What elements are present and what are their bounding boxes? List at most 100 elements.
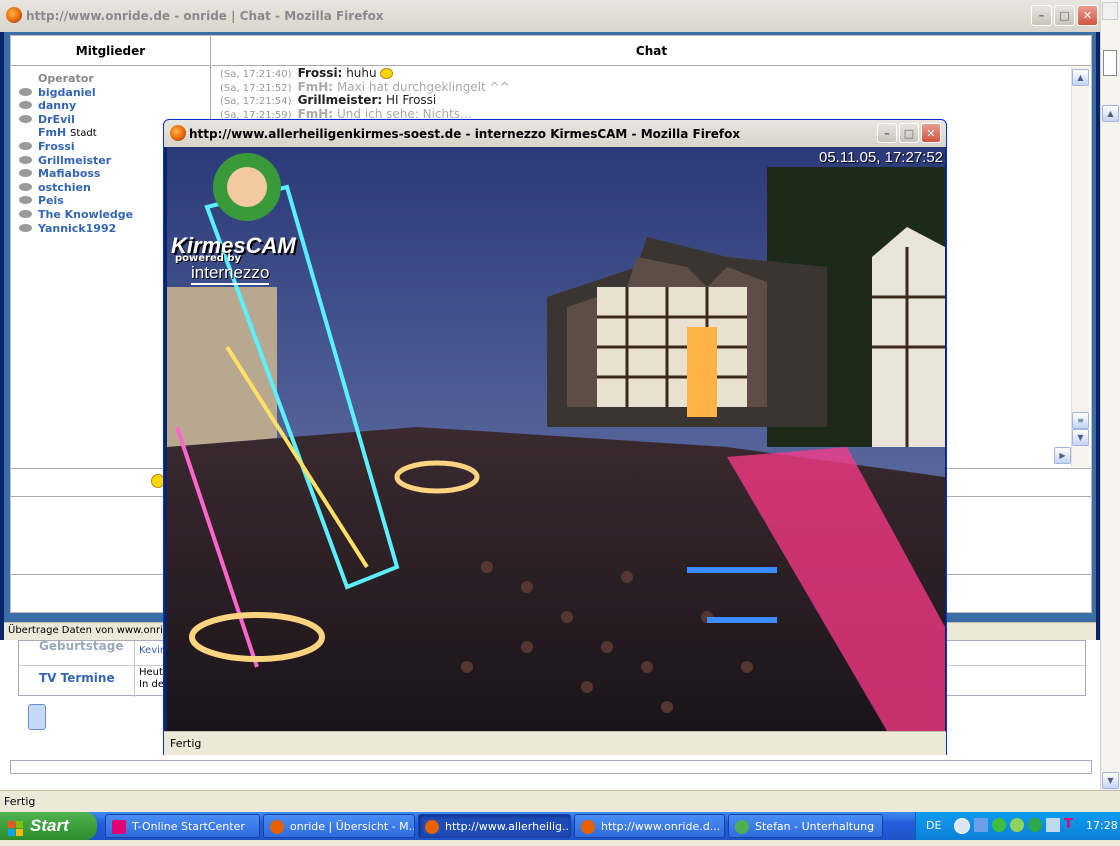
scroll-up-button[interactable]: ▲ <box>1102 105 1119 122</box>
tonline-tray-icon[interactable]: T <box>1064 817 1073 832</box>
internezzo-logo: internezzo <box>191 263 270 285</box>
message-time: (Sa, 17:21:52) <box>220 82 292 94</box>
member-name: Mafiaboss <box>38 167 101 181</box>
chat-bubble-icon <box>19 114 32 123</box>
chat-message: (Sa, 17:21:52) FmH: Maxi hat durchgekling… <box>220 79 520 95</box>
cam-timestamp: 05.11.05, 17:27:52 <box>819 149 943 166</box>
background-status-text: Fertig <box>4 795 36 808</box>
chat-bubble-icon <box>19 209 32 218</box>
chat-bubble-icon <box>19 141 32 150</box>
taskbar: Start T-Online StartCenter onride | Über… <box>0 812 1120 840</box>
chat-scrollbar[interactable]: ▲ ≡ ▼ <box>1071 67 1089 467</box>
tonline-icon <box>112 820 126 834</box>
message-time: (Sa, 17:21:40) <box>220 69 292 80</box>
chat-bubble-icon <box>19 182 32 191</box>
chat-messages: (Sa, 17:21:40) Frossi: huhu (Sa, 17:21:52… <box>220 66 520 121</box>
task-onride-chat[interactable]: http://www.onride.d... <box>574 814 725 838</box>
chat-status-text: Übertrage Daten von www.onride <box>8 625 176 636</box>
webcam-image: 05.11.05, 17:27:52 KirmesCAM powered by … <box>167 147 945 731</box>
language-indicator[interactable]: DE <box>926 819 941 832</box>
member-name: danny <box>38 99 77 113</box>
background-status-bar: Fertig <box>0 790 1120 812</box>
member-name: ostchien <box>38 180 91 194</box>
task-messenger[interactable]: Stefan - Unterhaltung <box>728 814 883 838</box>
message-user[interactable]: FmH: <box>298 80 334 94</box>
firefox-icon <box>581 820 595 834</box>
chat-header: Chat <box>212 36 1091 66</box>
member-item[interactable]: bigdaniel <box>19 85 208 100</box>
member-name: bigdaniel <box>38 85 96 99</box>
network-icon[interactable] <box>974 818 988 832</box>
member-name: Peis <box>38 194 64 208</box>
info-table-labels: Geburtstage TV Termine <box>19 639 135 697</box>
tv-dates-label[interactable]: TV Termine <box>39 671 115 685</box>
task-label: http://www.onride.d... <box>601 820 721 833</box>
messenger-tray-icon[interactable] <box>1010 818 1024 832</box>
chat-titlebar[interactable]: http://www.onride.de - onride | Chat - M… <box>0 0 1100 32</box>
tray-expand-icon[interactable] <box>954 818 970 834</box>
birthdays-label[interactable]: Geburtstage <box>39 639 123 653</box>
start-button[interactable]: Start <box>0 812 97 840</box>
message-text: HI Frossi <box>386 93 437 107</box>
maximize-button[interactable]: □ <box>899 123 919 143</box>
chat-scroll-down[interactable]: ▼ <box>1072 429 1089 446</box>
chat-scroll-up[interactable]: ▲ <box>1072 69 1089 86</box>
connection-icon[interactable] <box>1046 818 1060 832</box>
start-label: Start <box>30 816 69 835</box>
message-time: (Sa, 17:21:54) <box>220 96 292 107</box>
firefox-icon <box>6 7 22 23</box>
flower-icon[interactable] <box>1028 818 1042 832</box>
messenger-icon <box>735 820 749 834</box>
background-scrollbar[interactable]: ▲ ▼ <box>1100 0 1120 790</box>
member-name: Operator <box>38 72 94 85</box>
chat-bubble-icon <box>19 87 32 96</box>
message-text: Maxi hat durchgeklingelt ^^ <box>336 79 510 94</box>
minimize-button[interactable]: – <box>1031 5 1052 26</box>
member-city: Stadt <box>70 128 97 140</box>
close-button[interactable]: ✕ <box>1077 5 1098 26</box>
close-button[interactable]: ✕ <box>921 123 941 143</box>
firefox-icon <box>270 820 284 834</box>
tab-handle[interactable] <box>28 704 46 730</box>
task-onride-overview[interactable]: onride | Übersicht - M... <box>263 814 415 838</box>
member-name: Grillmeister <box>38 153 112 167</box>
maximize-button[interactable]: □ <box>1054 5 1075 26</box>
member-name: The Knowledge <box>38 207 134 221</box>
gear-icon <box>1102 2 1118 20</box>
task-label: T-Online StartCenter <box>132 820 245 833</box>
task-allerheiligen[interactable]: http://www.allerheilig... <box>418 814 571 838</box>
members-header: Mitglieder <box>11 36 211 66</box>
footer-bar <box>10 760 1092 774</box>
emoticon-icon <box>380 68 394 79</box>
windows-logo-icon <box>8 818 24 836</box>
clock[interactable]: 17:28 <box>1086 819 1118 832</box>
task-label: Stefan - Unterhaltung <box>755 820 875 833</box>
tv-text: Heut In de <box>139 667 164 690</box>
chat-bubble-icon <box>19 155 32 164</box>
minimize-button[interactable]: – <box>877 123 897 143</box>
firefox-icon <box>425 820 439 834</box>
chat-scroll-thumb[interactable]: ≡ <box>1072 412 1089 429</box>
kirmescam-titlebar[interactable]: http://www.allerheiligenkirmes-soest.de … <box>164 120 946 147</box>
kirmescam-window-title: http://www.allerheiligenkirmes-soest.de … <box>189 127 741 141</box>
member-item[interactable]: Operator <box>38 72 208 86</box>
chat-scroll-right[interactable]: ▶ <box>1054 447 1071 464</box>
scroll-down-button[interactable]: ▼ <box>1102 772 1119 789</box>
system-tray: DE T 17:28 <box>915 812 1120 840</box>
scroll-thumb[interactable] <box>1103 50 1117 76</box>
task-tonline[interactable]: T-Online StartCenter <box>105 814 260 838</box>
task-label: http://www.allerheilig... <box>445 820 571 833</box>
kirmescam-window: http://www.allerheiligenkirmes-soest.de … <box>163 119 947 755</box>
task-label: onride | Übersicht - M... <box>290 820 415 833</box>
member-item[interactable]: danny <box>19 99 208 113</box>
message-user[interactable]: Grillmeister: <box>298 93 383 107</box>
kirmescam-status-text: Fertig <box>170 737 202 750</box>
chat-window-title: http://www.onride.de - onride | Chat - M… <box>26 9 384 23</box>
member-name: Frossi <box>38 139 75 153</box>
message-user[interactable]: Frossi: <box>298 66 343 80</box>
chat-message: (Sa, 17:21:40) Frossi: huhu <box>220 66 520 81</box>
kirmescam-status-bar: Fertig <box>164 731 946 755</box>
member-name: DrEvil <box>38 112 75 126</box>
member-name: Yannick1992 <box>38 221 117 235</box>
security-icon[interactable] <box>992 818 1006 832</box>
